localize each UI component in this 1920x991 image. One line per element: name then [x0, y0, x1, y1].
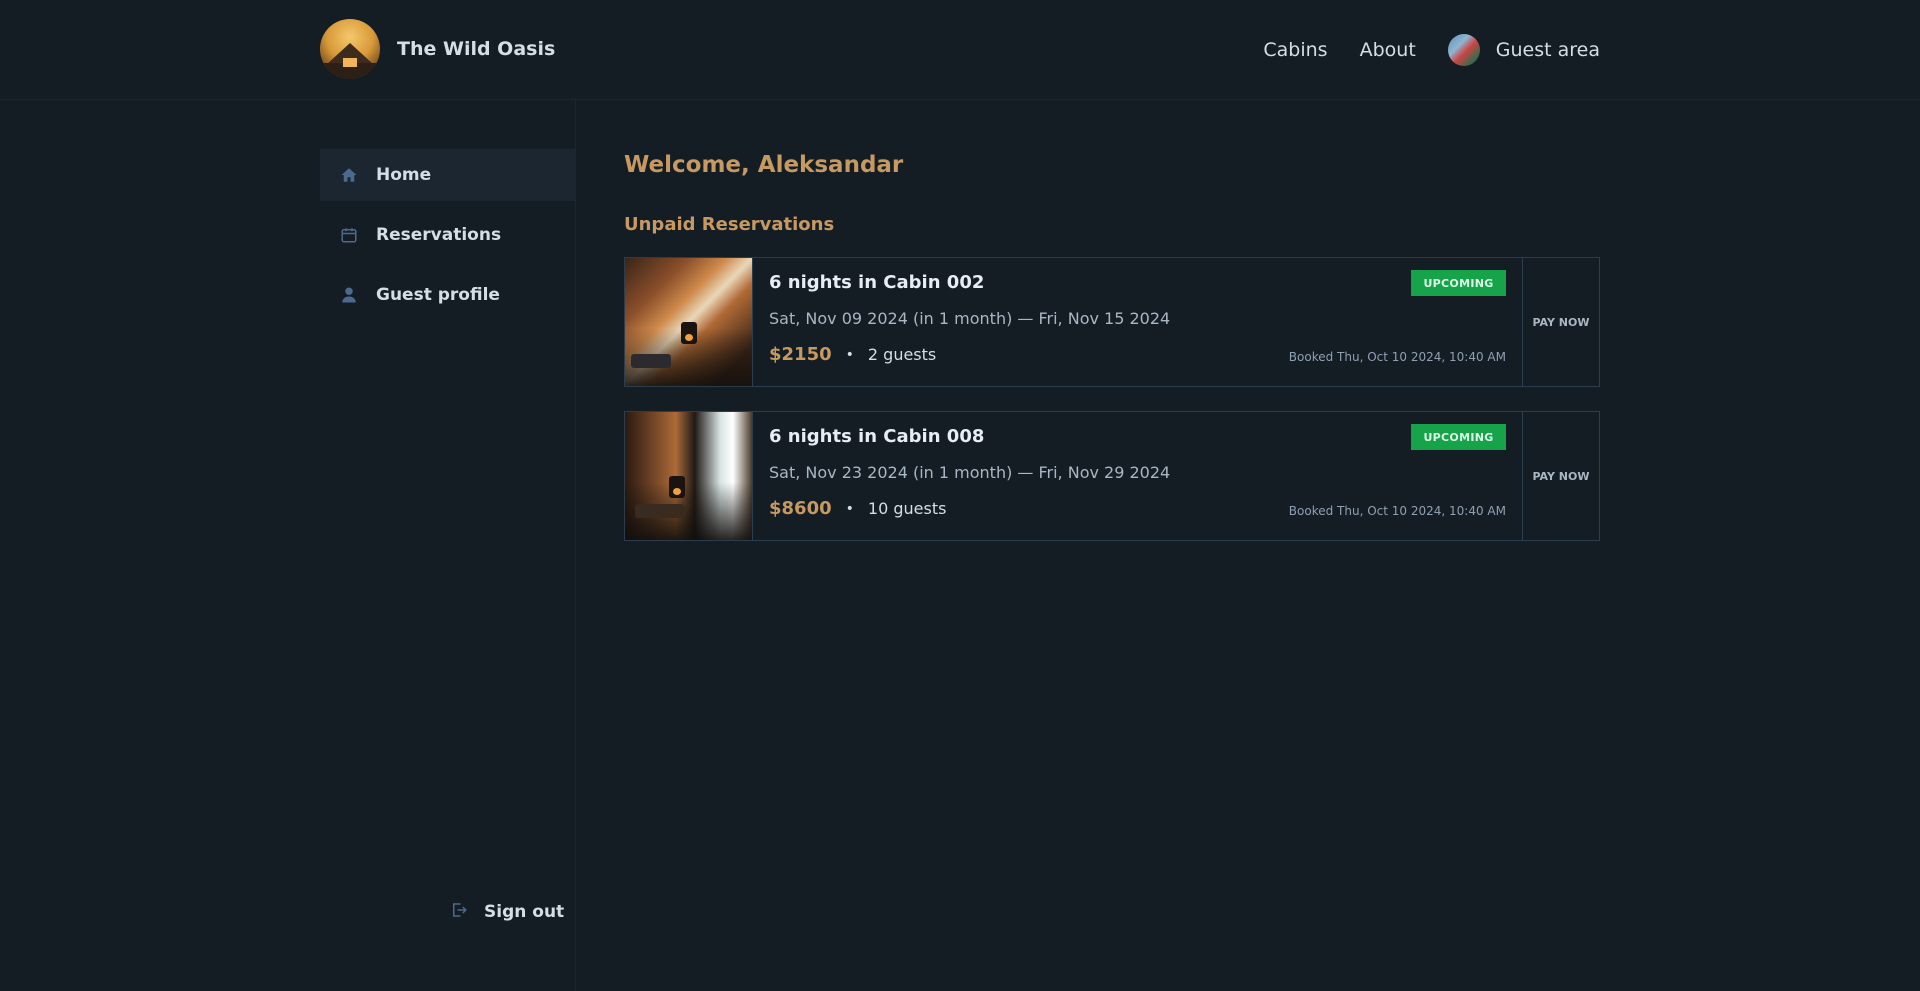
nav-guest-area[interactable]: Guest area	[1447, 34, 1600, 66]
sidebar-item-label: Guest profile	[376, 285, 500, 305]
page-title: Welcome, Aleksandar	[624, 152, 904, 178]
reservation-price: $8600	[769, 498, 832, 519]
nav-guest-area-label: Guest area	[1495, 39, 1600, 61]
booked-date: Booked Thu, Oct 10 2024, 10:40 AM	[1288, 350, 1506, 364]
logo-link[interactable]: The Wild Oasis	[320, 19, 555, 79]
booked-date: Booked Thu, Oct 10 2024, 10:40 AM	[1288, 504, 1506, 518]
reservation-guests: 2 guests	[867, 345, 937, 364]
reservation-price: $2150	[769, 344, 832, 365]
pay-now-button[interactable]: PAY NOW	[1522, 258, 1599, 386]
status-badge: UPCOMING	[1411, 424, 1506, 450]
logo-image	[320, 19, 380, 79]
sidebar-item-label: Reservations	[376, 225, 502, 245]
reservation-dates: Sat, Nov 23 2024 (in 1 month) — Fri, Nov…	[769, 463, 1171, 482]
nav-about-label: About	[1359, 39, 1416, 61]
sign-out-icon	[450, 901, 468, 924]
cabin-image	[625, 412, 753, 540]
site-header: The Wild Oasis Cabins About Guest area	[0, 0, 1920, 100]
cabin-image	[625, 258, 753, 386]
pay-now-button[interactable]: PAY NOW	[1522, 412, 1599, 540]
main-nav: Cabins About Guest area	[1263, 30, 1600, 70]
price-line: $2150 • 2 guests	[769, 344, 936, 365]
reservation-info: 6 nights in Cabin 002 UPCOMING Sat, Nov …	[753, 258, 1522, 386]
sidebar: Home Reservations Guest profile Sign out	[320, 100, 576, 991]
user-icon	[340, 286, 358, 304]
reservation-card: 6 nights in Cabin 008 UPCOMING Sat, Nov …	[624, 411, 1600, 541]
separator-dot: •	[845, 500, 854, 517]
sign-out-button[interactable]: Sign out	[450, 892, 564, 932]
reservation-dates: Sat, Nov 09 2024 (in 1 month) — Fri, Nov…	[769, 309, 1171, 328]
section-title: Unpaid Reservations	[624, 214, 835, 235]
sidebar-item-reservations[interactable]: Reservations	[320, 209, 575, 261]
price-line: $8600 • 10 guests	[769, 498, 946, 519]
nav-cabins[interactable]: Cabins	[1263, 39, 1327, 61]
sign-out-label: Sign out	[484, 902, 565, 922]
nav-cabins-label: Cabins	[1263, 39, 1328, 61]
reservation-title: 6 nights in Cabin 002	[769, 272, 985, 293]
reservation-info: 6 nights in Cabin 008 UPCOMING Sat, Nov …	[753, 412, 1522, 540]
calendar-icon	[340, 226, 358, 244]
status-badge: UPCOMING	[1411, 270, 1506, 296]
reservation-card: 6 nights in Cabin 002 UPCOMING Sat, Nov …	[624, 257, 1600, 387]
sidebar-item-label: Home	[376, 165, 432, 185]
separator-dot: •	[845, 346, 854, 363]
reservation-guests: 10 guests	[867, 499, 947, 518]
avatar	[1447, 34, 1480, 66]
reservation-title: 6 nights in Cabin 008	[769, 426, 985, 447]
brand-name: The Wild Oasis	[397, 38, 556, 60]
sidebar-item-home[interactable]: Home	[320, 149, 575, 201]
nav-about[interactable]: About	[1360, 39, 1416, 61]
home-icon	[340, 166, 358, 184]
sidebar-item-guest-profile[interactable]: Guest profile	[320, 269, 575, 321]
